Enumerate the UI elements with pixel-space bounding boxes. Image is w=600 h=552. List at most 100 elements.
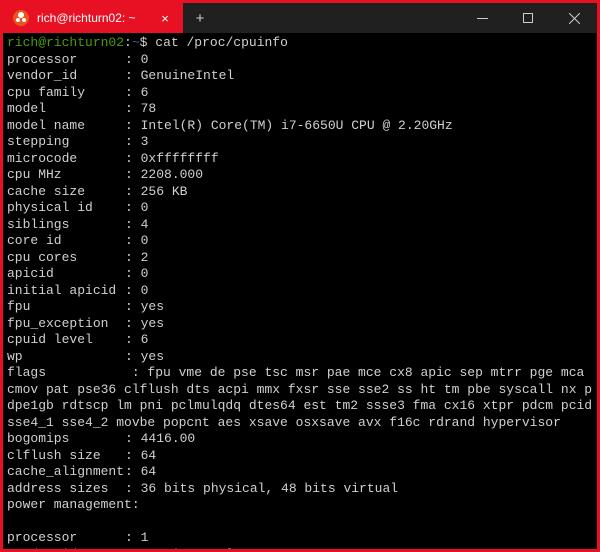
cpuinfo-row: apicid: 0 bbox=[7, 266, 593, 283]
cpuinfo-colon: : bbox=[125, 299, 141, 316]
cpuinfo-key: clflush size bbox=[7, 448, 125, 465]
cpuinfo-row: stepping: 3 bbox=[7, 134, 593, 151]
cpuinfo-key: wp bbox=[7, 349, 125, 366]
prompt-line: rich@richturn02:~$ cat /proc/cpuinfo bbox=[7, 35, 593, 52]
cpuinfo-key: power management bbox=[7, 497, 132, 514]
cpuinfo-block-0-tail: bogomips: 4416.00clflush size: 64cache_a… bbox=[7, 431, 593, 514]
terminal-body[interactable]: rich@richturn02:~$ cat /proc/cpuinfoproc… bbox=[3, 33, 597, 549]
cpuinfo-value: 0 bbox=[141, 266, 149, 281]
cpuinfo-value: yes bbox=[141, 316, 164, 331]
cpuinfo-key: cpu family bbox=[7, 85, 125, 102]
cpuinfo-value: GenuineIntel bbox=[141, 547, 235, 550]
cpuinfo-value: 36 bits physical, 48 bits virtual bbox=[141, 481, 398, 496]
cpuinfo-colon: : bbox=[125, 547, 141, 550]
cpuinfo-value: 4 bbox=[141, 217, 149, 232]
cpuinfo-key: cpu MHz bbox=[7, 167, 125, 184]
cpuinfo-key: cache size bbox=[7, 184, 125, 201]
cpuinfo-value: yes bbox=[141, 299, 164, 314]
cpuinfo-value: 64 bbox=[141, 464, 157, 479]
cpuinfo-row: siblings: 4 bbox=[7, 217, 593, 234]
cpuinfo-key: cpu cores bbox=[7, 250, 125, 267]
close-button[interactable] bbox=[551, 3, 597, 33]
cpuinfo-colon: : bbox=[125, 283, 141, 300]
cpuinfo-colon: : bbox=[125, 332, 141, 349]
cpuinfo-colon: : bbox=[125, 200, 141, 217]
cpuinfo-key: fpu bbox=[7, 299, 125, 316]
cpuinfo-key: vendor_id bbox=[7, 68, 125, 85]
cpuinfo-colon: : bbox=[125, 151, 141, 168]
cpuinfo-key: model name bbox=[7, 118, 125, 135]
cpuinfo-key: fpu_exception bbox=[7, 316, 125, 333]
titlebar-spacer[interactable] bbox=[217, 3, 459, 33]
cpuinfo-row: cache size: 256 KB bbox=[7, 184, 593, 201]
cpuinfo-value: 0xffffffff bbox=[141, 151, 219, 166]
cpuinfo-row: cpu family: 6 bbox=[7, 85, 593, 102]
cpuinfo-colon: : bbox=[125, 266, 141, 283]
cpuinfo-colon: : bbox=[125, 118, 141, 135]
minimize-button[interactable] bbox=[459, 3, 505, 33]
cpuinfo-colon: : bbox=[125, 448, 141, 465]
ubuntu-icon bbox=[13, 10, 29, 26]
cpuinfo-key: bogomips bbox=[7, 431, 125, 448]
prompt-sep: : bbox=[124, 35, 132, 50]
cpuinfo-row: initial apicid: 0 bbox=[7, 283, 593, 300]
cpuinfo-colon: : bbox=[125, 101, 141, 118]
cpuinfo-colon: : bbox=[125, 250, 141, 267]
cpuinfo-colon: : bbox=[125, 52, 141, 69]
cpuinfo-row: clflush size: 64 bbox=[7, 448, 593, 465]
new-tab-button[interactable]: + bbox=[183, 3, 217, 33]
cpuinfo-key: vendor_id bbox=[7, 547, 125, 550]
cpuinfo-row: vendor_id: GenuineIntel bbox=[7, 547, 593, 550]
tab-close-icon[interactable]: × bbox=[157, 11, 173, 26]
cpuinfo-colon: : bbox=[125, 85, 141, 102]
cpuinfo-value: 6 bbox=[141, 332, 149, 347]
cpuinfo-row: core id: 0 bbox=[7, 233, 593, 250]
cpuinfo-flags: flags : fpu vme de pse tsc msr pae mce c… bbox=[7, 365, 593, 431]
tab-title: rich@richturn02: ~ bbox=[37, 11, 149, 25]
cpuinfo-value: 2 bbox=[141, 250, 149, 265]
cpuinfo-colon: : bbox=[125, 184, 141, 201]
cpuinfo-key: apicid bbox=[7, 266, 125, 283]
cpuinfo-value: GenuineIntel bbox=[141, 68, 235, 83]
cpuinfo-colon: : bbox=[125, 349, 141, 366]
cpuinfo-row: microcode: 0xffffffff bbox=[7, 151, 593, 168]
cpuinfo-colon: : bbox=[125, 134, 141, 151]
cpuinfo-value: 1 bbox=[141, 530, 149, 545]
cpuinfo-value: yes bbox=[141, 349, 164, 364]
cpuinfo-value: 0 bbox=[141, 200, 149, 215]
tab-active[interactable]: rich@richturn02: ~ × bbox=[3, 3, 183, 33]
prompt-path: ~ bbox=[132, 35, 140, 50]
cpuinfo-value: 0 bbox=[141, 283, 149, 298]
cpuinfo-colon: : bbox=[125, 217, 141, 234]
cpuinfo-value: 256 KB bbox=[141, 184, 188, 199]
cpuinfo-colon: : bbox=[125, 68, 141, 85]
cpuinfo-key: initial apicid bbox=[7, 283, 125, 300]
cpuinfo-colon: : bbox=[125, 481, 141, 498]
cpuinfo-key: physical id bbox=[7, 200, 125, 217]
cpuinfo-row: address sizes: 36 bits physical, 48 bits… bbox=[7, 481, 593, 498]
cpuinfo-colon: : bbox=[125, 316, 141, 333]
cpuinfo-row: processor: 0 bbox=[7, 52, 593, 69]
cpuinfo-row: model: 78 bbox=[7, 101, 593, 118]
cpuinfo-row: model name: Intel(R) Core(TM) i7-6650U C… bbox=[7, 118, 593, 135]
cpuinfo-row: wp: yes bbox=[7, 349, 593, 366]
cpuinfo-row: cpuid level: 6 bbox=[7, 332, 593, 349]
prompt-userhost: rich@richturn02 bbox=[7, 35, 124, 50]
cpuinfo-row: cache_alignment: 64 bbox=[7, 464, 593, 481]
cpuinfo-value: 78 bbox=[141, 101, 157, 116]
cpuinfo-value: 6 bbox=[141, 85, 149, 100]
cpuinfo-value: 0 bbox=[141, 233, 149, 248]
cpuinfo-row: cpu MHz: 2208.000 bbox=[7, 167, 593, 184]
cpuinfo-value: 3 bbox=[141, 134, 149, 149]
cpuinfo-row: fpu: yes bbox=[7, 299, 593, 316]
cpuinfo-key: stepping bbox=[7, 134, 125, 151]
cpuinfo-value: 0 bbox=[141, 52, 149, 67]
cpuinfo-colon: : bbox=[125, 431, 141, 448]
maximize-button[interactable] bbox=[505, 3, 551, 33]
cpuinfo-key: core id bbox=[7, 233, 125, 250]
cpuinfo-key: address sizes bbox=[7, 481, 125, 498]
cpuinfo-row: power management: bbox=[7, 497, 593, 514]
cpuinfo-row: processor: 1 bbox=[7, 530, 593, 547]
cpuinfo-colon: : bbox=[125, 233, 141, 250]
cpuinfo-value: 2208.000 bbox=[141, 167, 203, 182]
